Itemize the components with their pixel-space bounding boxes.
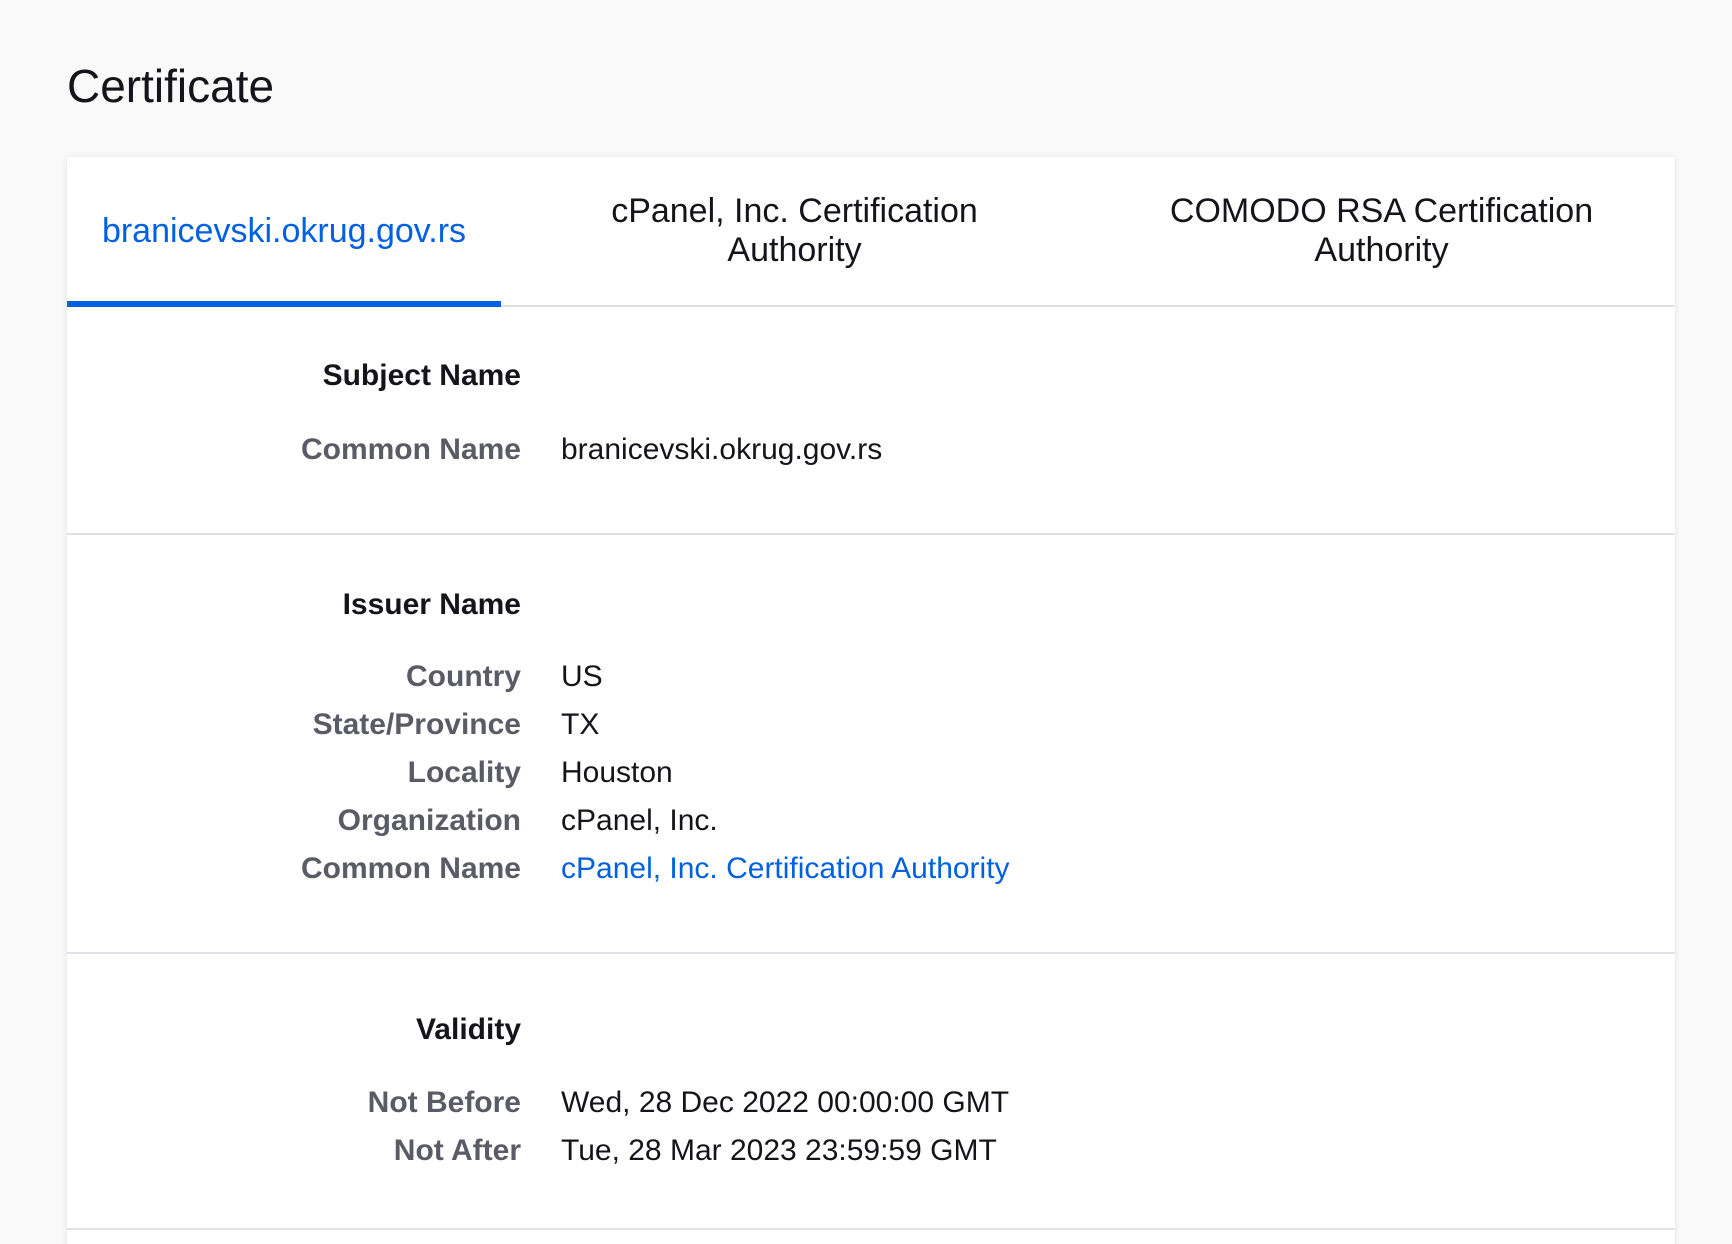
field-label: Common Name xyxy=(300,433,521,466)
certificate-card: branicevski.okrug.gov.rs cPanel, Inc. Ce… xyxy=(67,157,1675,1244)
info-row: Not Before Wed, 28 Dec 2022 00:00:00 GMT xyxy=(67,1086,1675,1134)
page-title: Certificate xyxy=(67,60,275,112)
tab-cpanel-certification-authority[interactable]: cPanel, Inc. Certification Authority xyxy=(501,157,1088,305)
info-row: Locality Houston xyxy=(67,756,1675,804)
section-title: Validity xyxy=(415,1013,521,1046)
issuer-name-section: Issuer Name Country US State/Province TX… xyxy=(67,535,1675,954)
field-value: cPanel, Inc. xyxy=(561,804,718,837)
field-label: Country xyxy=(406,660,521,693)
info-row: Common Name cPanel, Inc. Certification A… xyxy=(67,852,1675,900)
info-row: Organization cPanel, Inc. xyxy=(67,804,1675,852)
field-label: Locality xyxy=(407,756,521,789)
field-label: Common Name xyxy=(300,852,521,885)
info-row: State/Province TX xyxy=(67,708,1675,756)
certificate-viewer: Certificate branicevski.okrug.gov.rs cPa… xyxy=(0,0,1732,1244)
field-label: Not Before xyxy=(367,1086,521,1119)
tab-label: cPanel, Inc. Certification Authority xyxy=(611,192,978,269)
field-value: TX xyxy=(561,708,600,741)
field-value: Houston xyxy=(561,756,673,789)
tab-comodo-rsa-certification-authority[interactable]: COMODO RSA Certification Authority xyxy=(1088,157,1675,305)
certificate-tabs: branicevski.okrug.gov.rs cPanel, Inc. Ce… xyxy=(67,157,1675,307)
tab-branicevski-okrug-gov-rs[interactable]: branicevski.okrug.gov.rs xyxy=(67,157,501,307)
info-row: Not After Tue, 28 Mar 2023 23:59:59 GMT xyxy=(67,1134,1675,1182)
field-label: Organization xyxy=(337,804,521,837)
section-title: Subject Name xyxy=(322,359,521,392)
field-value: US xyxy=(561,660,603,693)
validity-section: Validity Not Before Wed, 28 Dec 2022 00:… xyxy=(67,954,1675,1230)
field-label: State/Province xyxy=(312,708,521,741)
subject-name-section: Subject Name Common Name branicevski.okr… xyxy=(67,307,1675,535)
field-value: Wed, 28 Dec 2022 00:00:00 GMT xyxy=(561,1086,1010,1119)
section-title: Issuer Name xyxy=(342,588,521,621)
field-value: branicevski.okrug.gov.rs xyxy=(561,433,883,466)
tab-label: COMODO RSA Certification Authority xyxy=(1169,192,1594,269)
info-row: Common Name branicevski.okrug.gov.rs xyxy=(67,433,1675,481)
field-label: Not After xyxy=(393,1134,521,1167)
issuer-common-name-link[interactable]: cPanel, Inc. Certification Authority xyxy=(561,852,1010,886)
field-value: Tue, 28 Mar 2023 23:59:59 GMT xyxy=(561,1134,997,1167)
info-row: Country US xyxy=(67,660,1675,708)
